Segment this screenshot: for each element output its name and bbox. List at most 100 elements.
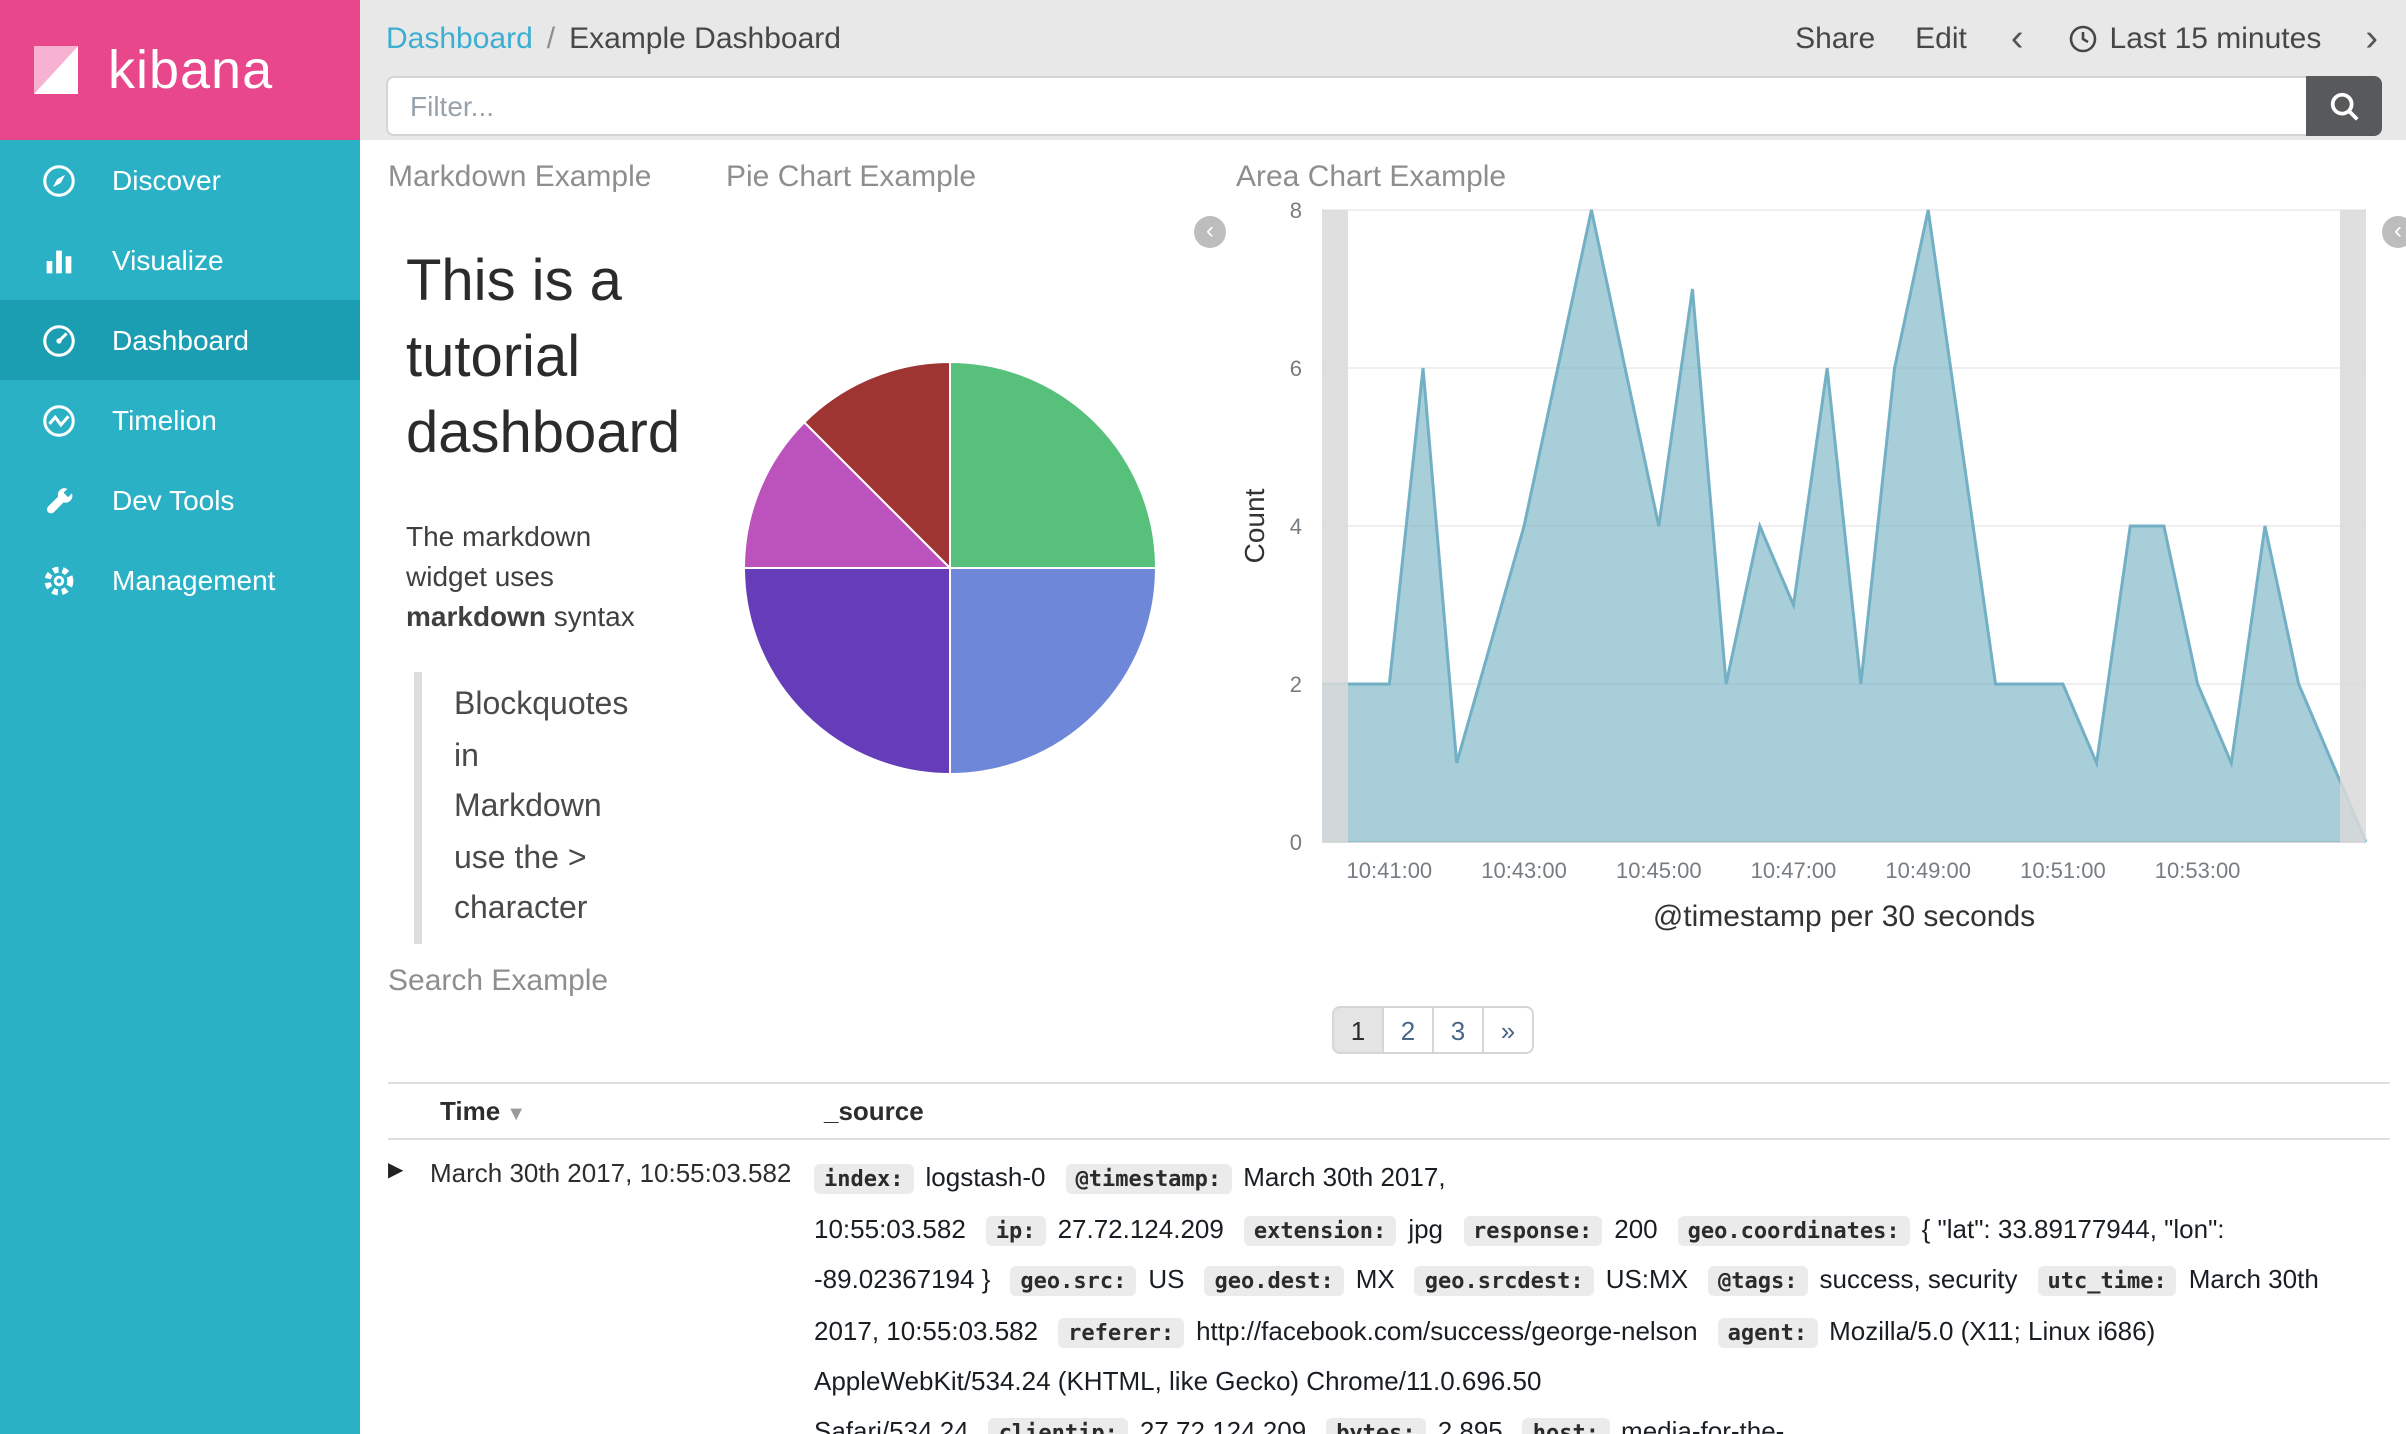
time-range-label: Last 15 minutes	[2109, 21, 2322, 55]
svg-text:10:43:00: 10:43:00	[1481, 858, 1567, 883]
search-panel-title: Search Example	[388, 964, 609, 998]
share-button[interactable]: Share	[1795, 21, 1875, 55]
breadcrumb: Dashboard / Example Dashboard Share Edit…	[360, 0, 2406, 68]
sidebar-item-label: Discover	[112, 164, 221, 196]
time-forward-icon[interactable]: ›	[2361, 19, 2382, 57]
markdown-paragraph: The markdown widget uses markdown syntax	[406, 520, 635, 632]
markdown-widget: This is a tutorial dashboard The markdow…	[406, 244, 756, 943]
table-row: ▶ March 30th 2017, 10:55:03.582 index: logs…	[388, 1136, 2390, 1434]
breadcrumb-dashboard-link[interactable]: Dashboard	[386, 21, 533, 55]
field-value: jpg	[1408, 1213, 1444, 1243]
pie-chart-widget	[738, 356, 1162, 780]
svg-text:0: 0	[1290, 830, 1302, 855]
dashboard-content: Markdown Example Pie Chart Example Area …	[360, 140, 2406, 1434]
topbar-actions: Share Edit ‹ Last 15 minutes ›	[1795, 19, 2382, 57]
svg-text:6: 6	[1290, 356, 1302, 381]
svg-text:10:53:00: 10:53:00	[2155, 858, 2241, 883]
time-picker-button[interactable]: Last 15 minutes	[2068, 21, 2322, 55]
partial-bucket-endzone-left	[1322, 210, 1348, 842]
filter-input[interactable]	[386, 76, 2306, 136]
page-next-button[interactable]: »	[1482, 1006, 1534, 1054]
markdown-panel-title: Markdown Example	[388, 160, 652, 194]
svg-text:10:51:00: 10:51:00	[2020, 858, 2106, 883]
field-key: response:	[1463, 1215, 1603, 1245]
column-header-time[interactable]: Time ▼	[440, 1096, 824, 1126]
field-key: host:	[1522, 1417, 1610, 1434]
field-value: 27.72.124.209	[1057, 1213, 1224, 1243]
sidebar-item-timelion[interactable]: Timelion	[0, 380, 360, 460]
field-key: bytes:	[1326, 1417, 1426, 1434]
bar-chart-icon	[40, 241, 78, 279]
field-key: geo.src:	[1010, 1266, 1137, 1296]
field-key: agent:	[1717, 1317, 1818, 1347]
page-button-2[interactable]: 2	[1382, 1006, 1434, 1054]
page-button-1[interactable]: 1	[1332, 1006, 1384, 1054]
field-value: MX	[1355, 1264, 1395, 1294]
sidebar-item-label: Management	[112, 564, 276, 596]
timelion-icon	[40, 401, 78, 439]
markdown-heading: This is a tutorial dashboard	[406, 250, 681, 466]
field-value: 27.72.124.209	[1139, 1415, 1307, 1434]
field-value: US	[1148, 1264, 1185, 1294]
row-source: index: logstash-0 @timestamp: March 30th 20…	[814, 1154, 2390, 1434]
compass-icon	[40, 161, 78, 199]
field-value: 200	[1614, 1213, 1658, 1243]
search-button[interactable]	[2306, 76, 2382, 136]
page-button-3[interactable]: 3	[1432, 1006, 1484, 1054]
field-key: geo.coordinates:	[1677, 1215, 1910, 1245]
search-pagination: 1 2 3»	[1332, 1006, 1534, 1054]
time-back-icon[interactable]: ‹	[2007, 19, 2028, 57]
markdown-blockquote: Blockquotes in Markdown use the > charac…	[414, 672, 630, 943]
filter-bar	[360, 68, 2406, 136]
sidebar-item-dev-tools[interactable]: Dev Tools	[0, 460, 360, 540]
field-value: US:MX	[1605, 1264, 1689, 1294]
gauge-icon	[40, 321, 78, 359]
pie-chart	[742, 360, 1158, 776]
sidebar-item-label: Visualize	[112, 244, 224, 276]
sidebar-item-management[interactable]: Management	[0, 540, 360, 620]
sidebar-nav: Discover Visualize Dashboard Timelion Dev To…	[0, 140, 360, 620]
svg-text:4: 4	[1290, 514, 1302, 539]
gear-icon	[40, 561, 78, 599]
expand-row-icon[interactable]: ▶	[388, 1154, 430, 1182]
field-key: @timestamp:	[1065, 1164, 1232, 1194]
partial-bucket-endzone-right	[2340, 210, 2366, 842]
sidebar-item-label: Dashboard	[112, 324, 249, 356]
sidebar-item-discover[interactable]: Discover	[0, 140, 360, 220]
breadcrumb-separator: /	[546, 21, 556, 55]
pie-slice-slice-1[interactable]	[949, 360, 1158, 569]
wrench-icon	[40, 481, 78, 519]
field-value: http://facebook.com/success/george-nelso…	[1196, 1315, 1698, 1345]
field-key: geo.srcdest:	[1414, 1266, 1594, 1296]
edit-button[interactable]: Edit	[1915, 21, 1967, 55]
field-value: logstash-0	[925, 1162, 1046, 1192]
field-value: success, security	[1819, 1264, 2018, 1294]
column-header-source: _source	[824, 1096, 924, 1126]
area-chart: 0 2 4 6 8 10:41:00 10:43:00 10:45:00 10:47:00 10:…	[1239, 198, 2368, 933]
clock-icon	[2069, 24, 2096, 52]
sidebar-item-dashboard[interactable]: Dashboard	[0, 300, 360, 380]
field-key: ip:	[985, 1215, 1046, 1245]
field-key: geo.dest:	[1204, 1266, 1344, 1296]
pie-panel-title: Pie Chart Example	[726, 160, 977, 194]
pie-slice-slice-3[interactable]	[742, 567, 951, 776]
kibana-logo[interactable]: kibana	[0, 0, 360, 140]
area-chart-ylabel: Count	[1240, 488, 1270, 563]
field-key: utc_time:	[2037, 1266, 2177, 1296]
sidebar-item-visualize[interactable]: Visualize	[0, 220, 360, 300]
pie-slice-slice-2[interactable]	[949, 567, 1158, 776]
field-value: 2,895	[1437, 1415, 1503, 1434]
search-icon	[2329, 91, 2358, 120]
sidebar-item-label: Dev Tools	[112, 484, 235, 516]
results-table-body: ▶ March 30th 2017, 10:55:03.582 index: logs…	[388, 1136, 2390, 1434]
sort-caret-icon: ▼	[506, 1104, 527, 1126]
field-key: clientip:	[988, 1417, 1128, 1434]
field-key: referer:	[1058, 1317, 1185, 1347]
row-time: March 30th 2017, 10:55:03.582	[430, 1158, 792, 1188]
pie-panel-collapse-icon[interactable]: ‹	[1194, 216, 1226, 248]
sidebar-item-label: Timelion	[112, 404, 217, 436]
svg-text:10:49:00: 10:49:00	[1885, 858, 1971, 883]
breadcrumb-current: Example Dashboard	[569, 21, 841, 55]
kibana-logo-icon	[34, 46, 78, 94]
area-chart-widget: 0 2 4 6 8 10:41:00 10:43:00 10:45:00 10:47:00 10:…	[1239, 190, 2390, 950]
